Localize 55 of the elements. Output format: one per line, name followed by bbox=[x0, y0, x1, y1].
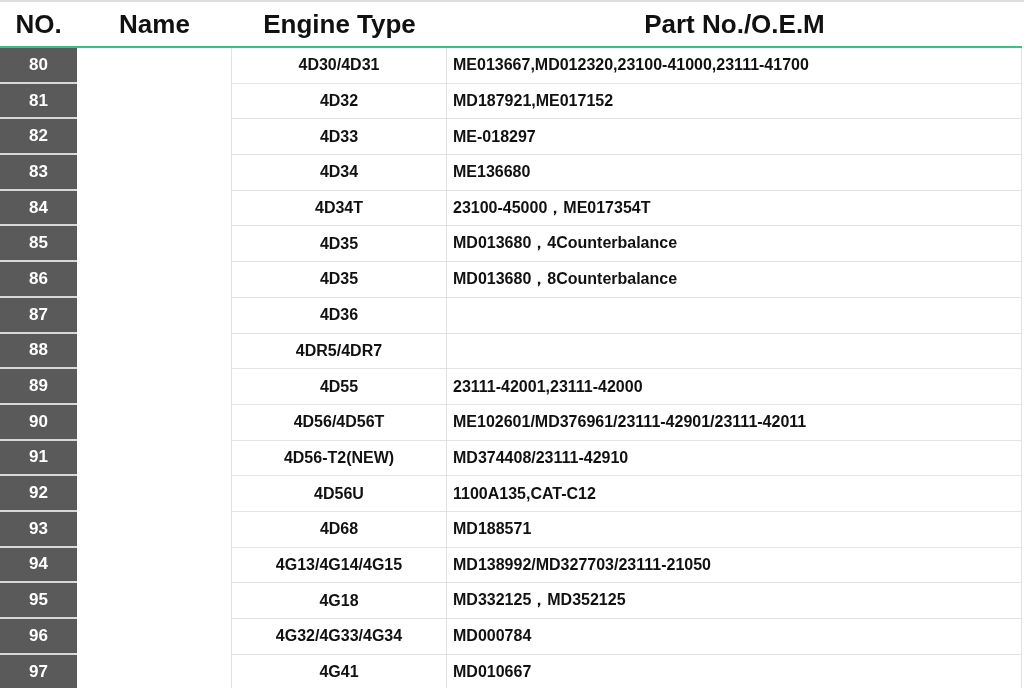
column-header: Engine Type bbox=[232, 2, 447, 48]
table-cell: 4D34 bbox=[232, 155, 447, 191]
table-cell: 4D30/4D31 bbox=[232, 48, 447, 84]
table-cell: 4D35 bbox=[232, 226, 447, 263]
table-cell: 4D55 bbox=[232, 369, 447, 405]
table-cell: MD188571 bbox=[447, 511, 1022, 548]
row-number: 86 bbox=[0, 262, 77, 298]
table-cell: MD013680，4Counterbalance bbox=[447, 226, 1022, 263]
table-cell: ME-018297 bbox=[447, 119, 1022, 156]
table-cell: 4D33 bbox=[232, 119, 447, 156]
table-cell: 4D34T bbox=[232, 190, 447, 227]
table-cell: 23111-42001,23111-42000 bbox=[447, 369, 1022, 405]
table-cell: 4D56/4D56T bbox=[232, 404, 447, 441]
table-cell: 4G13/4G14/4G15 bbox=[232, 547, 447, 584]
row-number: 81 bbox=[0, 83, 77, 120]
row-number: 84 bbox=[0, 190, 77, 227]
row-number: 87 bbox=[0, 297, 77, 334]
table-cell: 4G41 bbox=[232, 654, 447, 688]
table-cell: ME102601/MD376961/23111-42901/23111-42011 bbox=[447, 404, 1022, 441]
row-number: 88 bbox=[0, 333, 77, 370]
table-cell: ME136680 bbox=[447, 155, 1022, 191]
row-number: 95 bbox=[0, 583, 77, 619]
table-cell: 4D32 bbox=[232, 83, 447, 120]
column-header: Name bbox=[77, 2, 232, 48]
table-cell: 4D56-T2(NEW) bbox=[232, 440, 447, 477]
row-number: 94 bbox=[0, 547, 77, 584]
table-cell: 4G32/4G33/4G34 bbox=[232, 619, 447, 655]
row-number: 91 bbox=[0, 440, 77, 477]
row-number: 83 bbox=[0, 155, 77, 191]
table-cell: MD332125，MD352125 bbox=[447, 583, 1022, 619]
table-cell: MD187921,ME017152 bbox=[447, 83, 1022, 120]
column-header: Part No./O.E.M bbox=[447, 2, 1022, 48]
table-cell: MD374408/23111-42910 bbox=[447, 440, 1022, 477]
table-cell: 4DR5/4DR7 bbox=[232, 333, 447, 370]
table-cell: MD010667 bbox=[447, 654, 1022, 688]
row-number: 82 bbox=[0, 119, 77, 156]
row-number: 90 bbox=[0, 404, 77, 441]
table-cell: 4D35 bbox=[232, 262, 447, 298]
row-number: 96 bbox=[0, 619, 77, 655]
row-number: 85 bbox=[0, 226, 77, 263]
table-cell: MD000784 bbox=[447, 619, 1022, 655]
table-cell: MD013680，8Counterbalance bbox=[447, 262, 1022, 298]
table-cell: ME013667,MD012320,23100-41000,23111-41700 bbox=[447, 48, 1022, 84]
row-number: 80 bbox=[0, 48, 77, 84]
table-cell: 4D36 bbox=[232, 297, 447, 334]
table-cell: 1100A135,CAT-C12 bbox=[447, 476, 1022, 512]
row-number: 89 bbox=[0, 369, 77, 405]
row-number: 93 bbox=[0, 511, 77, 548]
row-number: 97 bbox=[0, 654, 77, 688]
row-number: 92 bbox=[0, 476, 77, 512]
table-cell: MD138992/MD327703/23111-21050 bbox=[447, 547, 1022, 584]
table-cell: 4G18 bbox=[232, 583, 447, 619]
table-cell: 23100-45000，ME017354T bbox=[447, 190, 1022, 227]
table-cell: 4D56U bbox=[232, 476, 447, 512]
table-cell: 4D68 bbox=[232, 511, 447, 548]
